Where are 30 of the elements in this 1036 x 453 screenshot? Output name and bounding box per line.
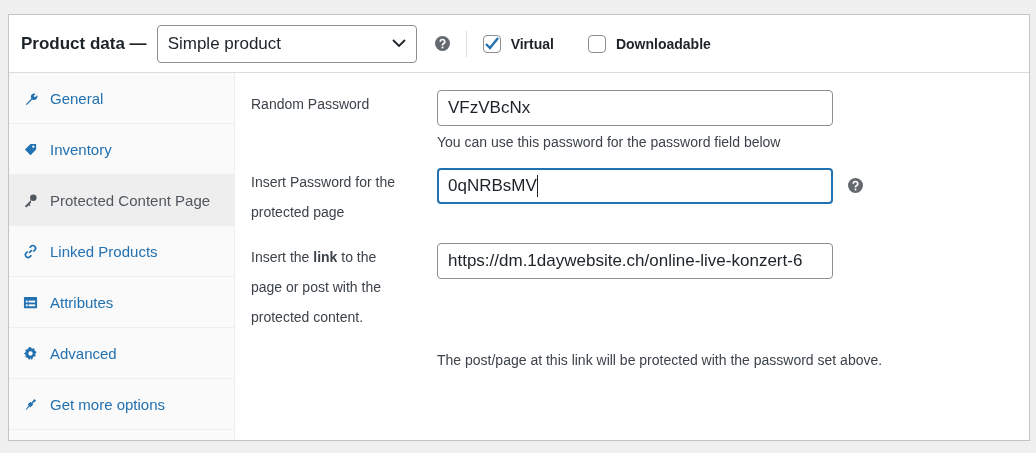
panel-title: Product data — [21,33,147,54]
key-icon [23,192,38,208]
wrench-icon [23,90,38,106]
sidebar-tab[interactable]: General [9,73,234,124]
sidebar-tab[interactable]: Linked Products [9,226,234,277]
sidebar-tab[interactable]: Attributes [9,277,234,328]
tag-icon [23,141,38,157]
chevron-icon [391,39,406,48]
text-field[interactable]: VFzVBcNx [437,90,833,126]
sidebar-tab[interactable]: Protected Content Page [9,175,234,226]
field-label: Insert Password for the protected page [251,173,396,222]
help-icon[interactable] [848,178,863,193]
gear-icon [23,345,38,361]
field-description: The post/page at this link will be protected with the password set above. [437,351,884,370]
checkbox[interactable] [587,34,606,53]
help-icon[interactable] [434,36,450,51]
text-field[interactable]: 0qNRBsMV [437,168,833,204]
field-description: You can use this password for the password field below [437,133,782,152]
checkbox-label: Downloadable [615,35,711,52]
list-icon [23,294,38,310]
field-label: Random Password [251,95,371,114]
field-label: Insert the link to the page or post with the protected content. [251,248,382,327]
plug-icon [23,396,38,412]
sidebar-tab[interactable]: Get more options [9,379,234,430]
checkbox[interactable] [482,34,501,53]
product-type-select[interactable]: Simple product [156,24,417,63]
checkbox-label: Virtual [510,35,554,52]
link-icon [23,243,38,259]
text-field[interactable]: https://dm.1daywebsite.ch/online-live-konzert-6 [437,243,833,279]
sidebar-tab[interactable]: Advanced [9,328,234,379]
